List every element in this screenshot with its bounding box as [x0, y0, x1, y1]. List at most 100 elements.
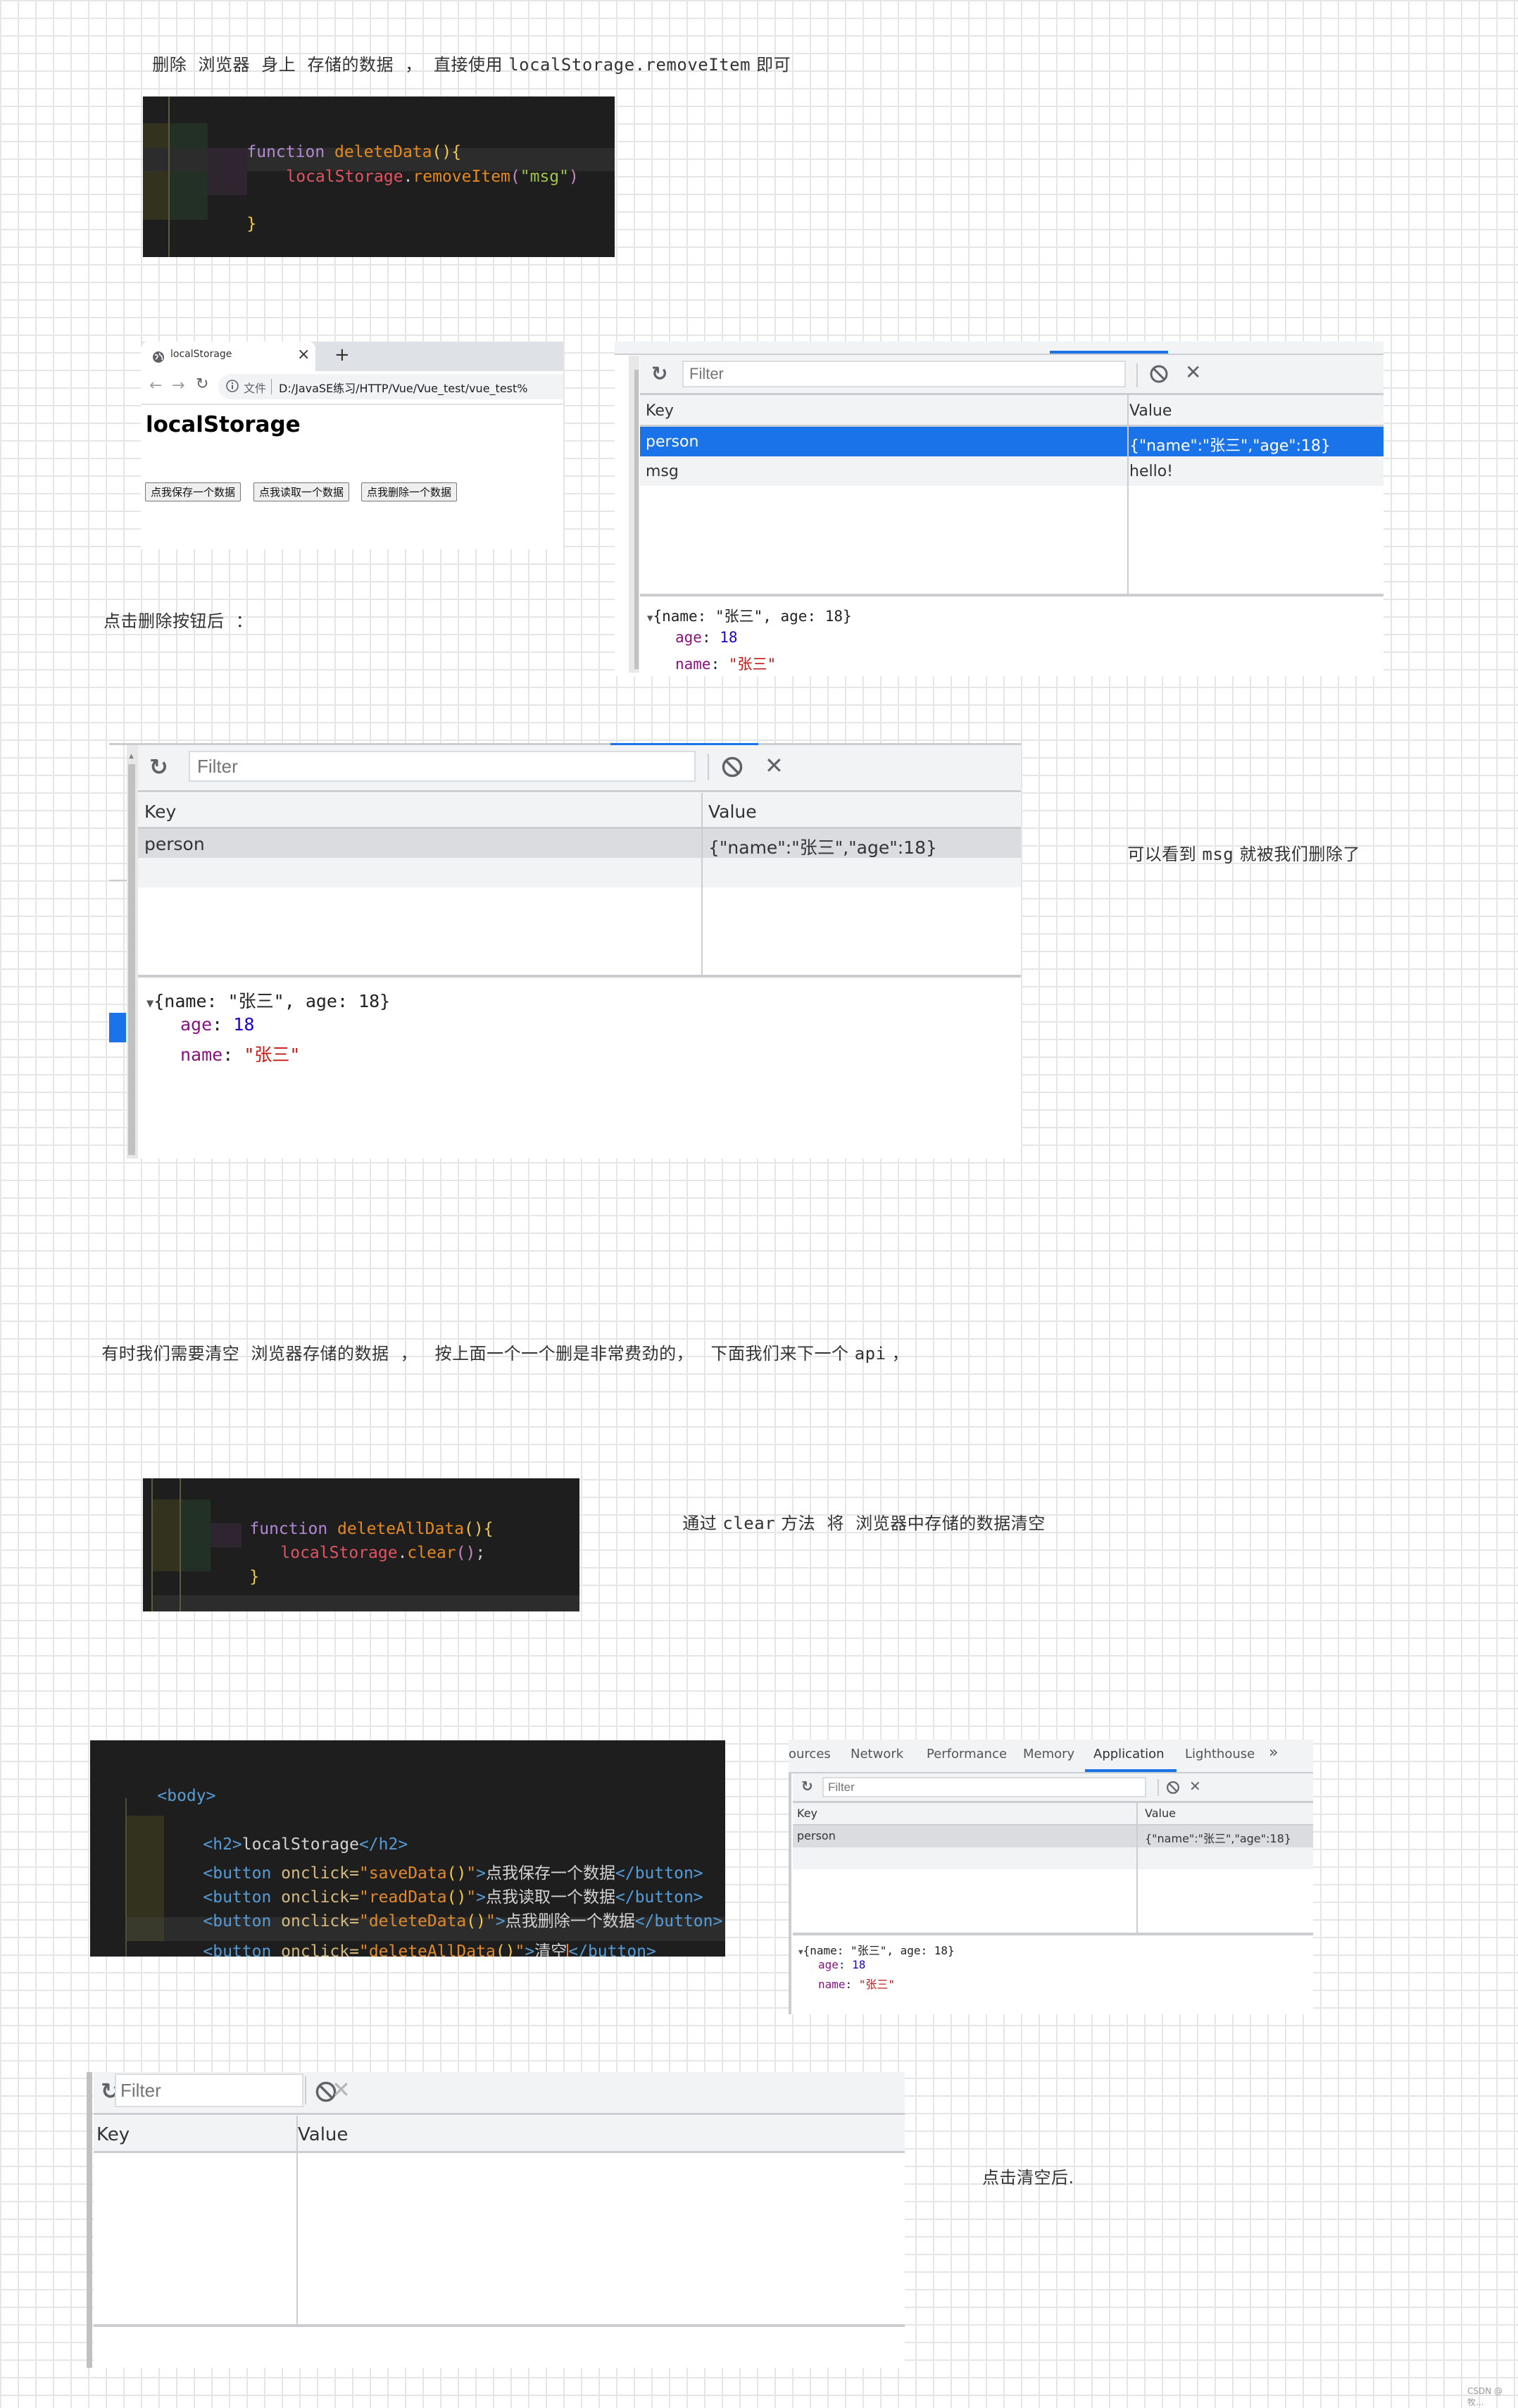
- code-line-button: <button onclick="deleteAllData()">清空</bu…: [164, 1919, 656, 1957]
- clear-method-note: 通过 clear 方法 将 浏览器中存储的数据清空: [682, 1514, 1046, 1533]
- reload-icon[interactable]: ↻: [196, 375, 208, 393]
- active-tab-indicator: [1050, 351, 1168, 354]
- tab-memory[interactable]: Memory: [1023, 1747, 1074, 1761]
- code-line-3: }: [249, 1568, 260, 1586]
- omnibox[interactable]: 文件 D:/JavaSE练习/HTTP/Vue/Vue_test/vue_tes…: [218, 374, 563, 399]
- read-data-button[interactable]: 点我读取一个数据: [253, 482, 350, 501]
- devtools-panel-before-delete: ↻ ✕ Key Value person {"name":"张三","age":…: [615, 342, 1384, 676]
- storage-table-header: Key Value: [138, 793, 1021, 829]
- save-data-button[interactable]: 点我保存一个数据: [145, 482, 242, 501]
- devtools-tab-bar: ources Network Performance Memory Applic…: [789, 1740, 1313, 1773]
- delete-data-button[interactable]: 点我删除一个数据: [361, 482, 458, 501]
- column-divider[interactable]: [1136, 1803, 1138, 1933]
- code-line-2: localStorage.clear();: [280, 1544, 486, 1562]
- sidebar-scrollbar-thumb[interactable]: [128, 764, 135, 1155]
- storage-table-header: Key Value: [793, 1803, 1313, 1826]
- refresh-icon[interactable]: ↻: [149, 754, 168, 780]
- sidebar-scroll-up-icon[interactable]: ▲: [129, 753, 134, 760]
- filter-input[interactable]: [115, 2073, 303, 2107]
- sidebar-scrollbar[interactable]: [87, 2072, 92, 2368]
- tab-network[interactable]: Network: [851, 1747, 903, 1761]
- expand-toggle-icon[interactable]: ▼: [146, 997, 153, 1011]
- address-bar-row: ← → ↻ 文件 D:/JavaSE练习/HTTP/Vue/Vue_test/v…: [141, 371, 563, 405]
- preview-prop-age: age: 18: [818, 1958, 866, 1971]
- column-divider[interactable]: [296, 2116, 298, 2326]
- toolbar-separator: [1136, 363, 1138, 387]
- storage-pane: ↻ ✕ Key Value person {"name":"张三","age":…: [138, 745, 1021, 1159]
- storage-toolbar: ↻ ✕: [793, 1773, 1313, 1803]
- preview-summary[interactable]: ▼{name: "张三", age: 18}: [798, 1941, 955, 1958]
- storage-row[interactable]: person {"name":"张三","age":18}: [640, 427, 1384, 456]
- address-url[interactable]: D:/JavaSE练习/HTTP/Vue/Vue_test/vue_test%: [279, 379, 527, 396]
- new-tab-button[interactable]: +: [334, 344, 350, 366]
- clear-all-icon[interactable]: [1166, 1780, 1180, 1795]
- code-line-2: localStorage.removeItem("msg"): [286, 168, 579, 186]
- storage-toolbar: ↻ ✕: [640, 355, 1384, 395]
- csdn-watermark: CSDN @牧...: [1467, 2386, 1503, 2407]
- tab-close-icon[interactable]: ×: [297, 346, 310, 363]
- after-delete-note: 点击删除按钮后 ：: [104, 611, 253, 631]
- toolbar-separator: [1158, 1779, 1159, 1796]
- intro-note-text: 删除 浏览器 身上 存储的数据 ， 直接使用: [152, 55, 509, 75]
- forward-icon[interactable]: →: [172, 377, 184, 394]
- storage-row[interactable]: msg hello!: [640, 456, 1384, 486]
- refresh-icon[interactable]: ↻: [801, 1778, 813, 1795]
- refresh-icon[interactable]: ↻: [651, 362, 667, 385]
- expand-toggle-icon[interactable]: ▼: [798, 1947, 803, 1957]
- sidebar-scrollbar-thumb[interactable]: [634, 370, 639, 669]
- tab-performance[interactable]: Performance: [927, 1747, 1007, 1761]
- filter-input[interactable]: [682, 361, 1126, 387]
- storage-row-value: {"name":"张三","age":18}: [708, 837, 937, 858]
- preview-prop-name: name: "张三": [180, 1044, 301, 1065]
- delete-selected-icon[interactable]: ✕: [1185, 361, 1201, 384]
- code-block-html-body: <body> <h2>localStorage</h2> <button onc…: [90, 1740, 725, 1957]
- clear-all-icon[interactable]: [1149, 364, 1169, 384]
- storage-row-key: person: [797, 1829, 836, 1842]
- column-header-key[interactable]: Key: [646, 402, 674, 420]
- info-icon: [225, 379, 239, 393]
- column-divider[interactable]: [1127, 395, 1129, 594]
- column-divider[interactable]: [701, 793, 703, 978]
- globe-icon: [152, 351, 165, 363]
- column-header-value[interactable]: Value: [298, 2124, 348, 2145]
- code-block-delete-data: function deleteData(){ localStorage.remo…: [143, 96, 615, 257]
- filter-input[interactable]: [822, 1777, 1146, 1797]
- storage-row[interactable]: person {"name":"张三","age":18}: [138, 829, 1021, 858]
- filter-input[interactable]: [189, 751, 696, 782]
- sidebar-edge: [789, 1773, 791, 2014]
- browser-tab[interactable]: localStorage ×: [141, 342, 315, 371]
- devtools-tab-bar: [615, 342, 1384, 355]
- browser-window: localStorage × + ← → ↻ 文件 D:/JavaSE练习/HT…: [141, 342, 563, 549]
- value-preview: ▼{name: "张三", age: 18} age: 18 name: "张三…: [640, 594, 1384, 676]
- toolbar-separator: [708, 754, 709, 780]
- page-heading: localStorage: [146, 412, 301, 437]
- preview-summary[interactable]: ▼{name: "张三", age: 18}: [647, 605, 852, 626]
- clear-all-icon[interactable]: [721, 756, 744, 778]
- column-header-key[interactable]: Key: [144, 801, 176, 822]
- column-header-key[interactable]: Key: [96, 2124, 130, 2145]
- tab-sources[interactable]: ources: [789, 1747, 831, 1761]
- column-header-value[interactable]: Value: [1145, 1807, 1176, 1820]
- sidebar-selected-indicator: [109, 1013, 126, 1042]
- storage-row-value: {"name":"张三","age":18}: [1129, 437, 1331, 455]
- code-block-delete-all-data: function deleteAllData(){ localStorage.c…: [143, 1478, 579, 1611]
- column-header-value[interactable]: Value: [708, 801, 757, 822]
- intro-note-code: localStorage.removeItem: [508, 55, 751, 75]
- value-preview: ▼{name: "张三", age: 18} age: 18 name: "张三…: [793, 1933, 1313, 2014]
- storage-pane: ↻ ✕ Key Value: [94, 2072, 905, 2368]
- more-tabs-icon[interactable]: »: [1269, 1744, 1278, 1761]
- column-header-key[interactable]: Key: [797, 1807, 817, 1820]
- column-header-value[interactable]: Value: [1129, 402, 1172, 420]
- preview-prop-age: age: 18: [675, 629, 738, 646]
- preview-summary[interactable]: ▼{name: "张三", age: 18}: [146, 987, 390, 1013]
- storage-toolbar: ↻ ✕: [94, 2072, 905, 2115]
- msg-removed-code: msg: [1202, 844, 1234, 864]
- tab-application[interactable]: Application: [1093, 1747, 1165, 1761]
- back-icon[interactable]: ←: [149, 377, 162, 394]
- delete-selected-icon[interactable]: ✕: [765, 752, 784, 779]
- preview-prop-name: name: "张三": [675, 656, 777, 673]
- storage-row[interactable]: person {"name":"张三","age":18}: [793, 1826, 1313, 1847]
- storage-table-header: Key Value: [640, 395, 1384, 427]
- tab-lighthouse[interactable]: Lighthouse: [1185, 1747, 1255, 1761]
- delete-selected-icon[interactable]: ✕: [1189, 1778, 1201, 1795]
